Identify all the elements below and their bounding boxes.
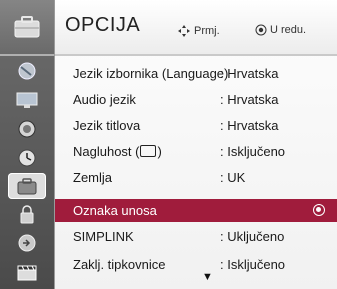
- option-panel: OPCIJA Prmj. U redu. Jezik izbornika (La…: [55, 0, 337, 289]
- briefcase-icon: [17, 178, 37, 195]
- padlock-icon: [20, 205, 34, 224]
- page-title: OPCIJA: [65, 14, 141, 36]
- sidebar-item-time[interactable]: [8, 145, 46, 171]
- menu-row-input-label[interactable]: Oznaka unosa: [55, 199, 337, 222]
- row-label: SIMPLINK: [73, 229, 134, 244]
- row-value: : Hrvatska: [220, 92, 279, 107]
- move-hint: Prmj.: [177, 24, 220, 38]
- navigation-arrows-icon: [178, 25, 190, 37]
- menu-row-key-lock[interactable]: Zaklj. tipkovnice : Isključeno: [55, 253, 337, 276]
- clapperboard-icon: [17, 265, 37, 281]
- sidebar-item-lock[interactable]: [8, 201, 46, 227]
- sidebar-item-option[interactable]: [8, 173, 46, 199]
- row-label: Jezik izbornika (Language): [73, 66, 229, 81]
- sidebar-header: [0, 0, 54, 56]
- sidebar-item-picture[interactable]: [8, 87, 46, 113]
- ok-hint-label: U redu.: [270, 24, 307, 36]
- clock-icon: [18, 149, 36, 167]
- row-label: Zaklj. tipkovnice: [73, 257, 166, 272]
- satellite-dish-icon: [18, 62, 36, 80]
- row-value: : Hrvatska: [220, 66, 279, 81]
- menu-briefcase-icon: [12, 14, 42, 40]
- menu-row-subtitle-language[interactable]: Jezik titlova : Hrvatska: [55, 114, 337, 137]
- row-label: Jezik titlova: [73, 118, 141, 133]
- sidebar-item-setup[interactable]: [8, 58, 46, 84]
- monitor-icon: [16, 92, 38, 108]
- menu-row-menu-language[interactable]: Jezik izbornika (Language) : Hrvatska: [55, 62, 337, 85]
- row-value: : UK: [220, 170, 246, 185]
- row-value: : Isključeno: [220, 144, 286, 159]
- sidebar-item-audio[interactable]: [8, 116, 46, 142]
- subtitle-icon: [140, 145, 157, 157]
- scroll-down-arrow-icon[interactable]: ▼: [202, 271, 213, 283]
- sidebar-item-usb[interactable]: [8, 259, 46, 285]
- menu-row-audio-language[interactable]: Audio jezik : Hrvatska: [55, 88, 337, 111]
- menu-row-country[interactable]: Zemlja : UK: [55, 166, 337, 189]
- row-value: : Uključeno: [220, 229, 285, 244]
- sidebar-item-input[interactable]: [8, 230, 46, 256]
- row-label: Oznaka unosa: [73, 203, 157, 218]
- row-label: Audio jezik: [73, 92, 136, 107]
- row-value: : Isključeno: [220, 257, 286, 272]
- menu-row-hard-of-hearing[interactable]: Nagluhost () : Isključeno: [55, 140, 337, 163]
- tv-option-menu: OPCIJA Prmj. U redu. Jezik izbornika (La…: [0, 0, 337, 289]
- row-label-text-end: ): [157, 144, 162, 159]
- menu-row-simplink[interactable]: SIMPLINK : Uključeno: [55, 225, 337, 248]
- row-value: : Hrvatska: [220, 118, 279, 133]
- category-sidebar: [0, 0, 55, 289]
- ok-radio-icon: [313, 204, 325, 216]
- speaker-icon: [18, 120, 36, 138]
- row-label-text: Nagluhost (: [73, 144, 140, 159]
- row-label: Nagluhost (): [73, 144, 162, 159]
- ok-hint: U redu.: [255, 24, 306, 36]
- row-label: Zemlja: [73, 170, 113, 185]
- ok-button-icon: [255, 24, 267, 36]
- menu-header: OPCIJA Prmj. U redu.: [55, 0, 337, 56]
- move-hint-label: Prmj.: [194, 25, 220, 37]
- input-source-icon: [18, 234, 36, 252]
